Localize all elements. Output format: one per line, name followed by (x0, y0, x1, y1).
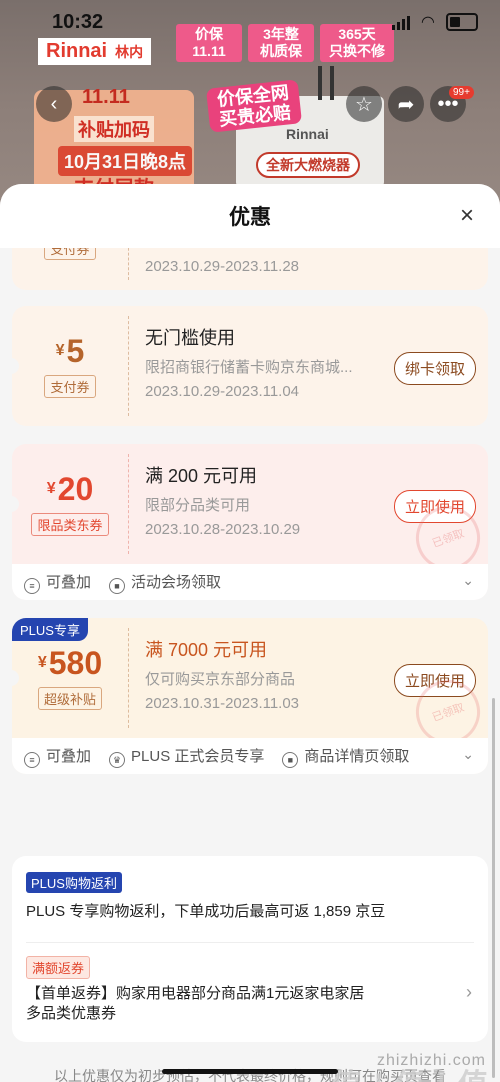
watermark-url: zhizhizhi.com (376, 1052, 486, 1069)
stack-icon: ≡ (24, 751, 40, 768)
coupon-desc: 限部分品类可用 (145, 497, 251, 514)
coupon-feature: 商品详情页领取 (304, 747, 410, 765)
coupon-tag: 支付券 (44, 374, 96, 398)
coupon-feature: PLUS 正式会员专享 (131, 747, 265, 765)
coupon-footer: ≡ 可叠加 ■ 活动会场领取 ⌄ (12, 564, 488, 600)
scrollbar[interactable] (492, 698, 495, 1078)
sheet-title: 优惠 (229, 206, 271, 229)
coupon-card: ¥20 限品类东券 满 200 元可用 限部分品类可用 2023.10.28-2… (12, 444, 488, 600)
sheet-header: 优惠 × (0, 184, 500, 248)
crown-icon: ♛ (109, 751, 126, 768)
bind-card-button[interactable]: 绑卡领取 (393, 352, 476, 385)
stack-icon: ≡ (24, 577, 40, 594)
coupon-footer: ≡ 可叠加 ♛ PLUS 正式会员专享 ■ 商品详情页领取 ⌄ (12, 738, 488, 774)
coupon-card: 支付券 2023.10.29-2023.11.28 (12, 248, 488, 290)
home-indicator[interactable] (162, 1069, 338, 1074)
coupon-date: 2023.10.29-2023.11.04 (145, 383, 300, 400)
coupon-title: 满 200 元可用 (145, 466, 258, 486)
rebate-coupon-tag: 满额返券 (26, 956, 91, 979)
rebate-text[interactable]: 【首单返券】购家用电器部分商品满1元返家电家居 多品类优惠券 (26, 984, 364, 1024)
plus-rebate-text: PLUS 专享购物返利，下单成功后最高可返 1,859 京豆 (26, 903, 386, 920)
star-icon: ☆ (355, 93, 373, 116)
coupon-desc: 仅可购买京东部分商品 (145, 671, 296, 688)
coupon-title: 无门槛使用 (145, 328, 235, 348)
signal-icon (391, 14, 410, 30)
share-button[interactable]: ➦ (388, 86, 424, 122)
coupon-title: 满 7000 元可用 (145, 640, 268, 660)
coupon-tag: 超级补贴 (37, 686, 102, 710)
coupon-feature: 可叠加 (46, 747, 92, 765)
coupon-amount: ¥5 (55, 332, 85, 369)
coupon-feature: 可叠加 (46, 573, 92, 591)
battery-icon (446, 13, 478, 31)
coupon-tag: 支付券 (44, 248, 96, 260)
coupon-card: PLUS专享 ¥580 超级补贴 满 7000 元可用 仅可购买京东部分商品 2… (12, 618, 488, 774)
pipes-graphic (318, 66, 348, 100)
status-time: 10:32 (52, 10, 104, 33)
venue-icon: ■ (109, 577, 126, 594)
chevron-down-icon[interactable]: ⌄ (462, 572, 474, 589)
close-icon[interactable]: × (460, 202, 474, 230)
benefits-card: PLUS购物返利 PLUS 专享购物返利，下单成功后最高可返 1,859 京豆 … (12, 856, 488, 1042)
coupon-amount: ¥580 (37, 644, 103, 681)
share-icon: ➦ (397, 93, 415, 116)
cart-badge: 99+ (449, 86, 474, 99)
wifi-icon: ◠ (421, 14, 434, 31)
plus-exclusive-tag: PLUS专享 (12, 618, 88, 641)
coupon-amount: ¥20 (46, 470, 94, 507)
plus-rebate-tag: PLUS购物返利 (26, 872, 122, 893)
coupon-desc: 限招商银行储蓄卡购京东商城... (145, 359, 353, 376)
chevron-right-icon[interactable]: › (466, 982, 472, 1003)
favorite-button[interactable]: ☆ (346, 86, 382, 122)
coupon-feature: 活动会场领取 (131, 573, 222, 591)
back-button[interactable]: ‹ (36, 86, 72, 122)
coupon-card: ¥5 支付券 无门槛使用 限招商银行储蓄卡购京东商城... 2023.10.29… (12, 306, 488, 426)
coupon-list[interactable]: 支付券 2023.10.29-2023.11.28 ¥5 支付券 无门槛使用 限… (0, 248, 500, 1082)
chevron-left-icon: ‹ (50, 92, 58, 115)
venue-icon: ■ (282, 751, 299, 768)
discount-sheet: 优惠 × 支付券 2023.10.29-2023.11.28 ¥5 支付券 无门… (0, 184, 500, 1082)
coupon-date: 2023.10.29-2023.11.28 (145, 258, 300, 275)
coupon-tag: 限品类东券 (31, 512, 109, 536)
chevron-down-icon[interactable]: ⌄ (462, 746, 474, 763)
status-bar: 10:32 ◠ (0, 0, 500, 44)
